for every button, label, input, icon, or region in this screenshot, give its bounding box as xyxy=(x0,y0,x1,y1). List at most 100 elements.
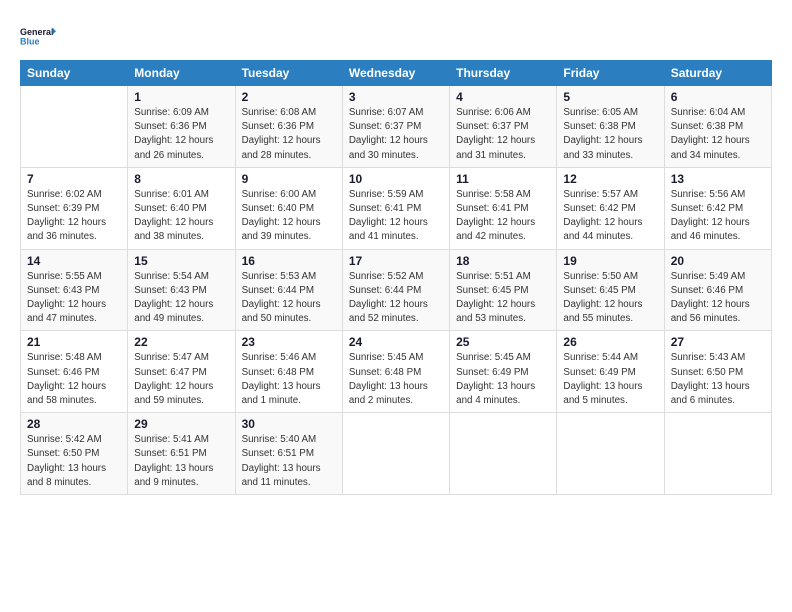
day-cell: 3Sunrise: 6:07 AMSunset: 6:37 PMDaylight… xyxy=(342,86,449,168)
day-number: 2 xyxy=(242,90,336,104)
day-number: 12 xyxy=(563,172,657,186)
day-info: Sunrise: 5:47 AMSunset: 6:47 PMDaylight:… xyxy=(134,351,228,408)
day-cell: 15Sunrise: 5:54 AMSunset: 6:43 PMDayligh… xyxy=(128,249,235,331)
day-number: 25 xyxy=(456,335,550,349)
col-header-saturday: Saturday xyxy=(664,61,771,86)
day-number: 27 xyxy=(671,335,765,349)
svg-text:Blue: Blue xyxy=(20,36,40,46)
col-header-sunday: Sunday xyxy=(21,61,128,86)
week-row-2: 7 Sunrise: 6:02 AMSunset: 6:39 PMDaylight… xyxy=(21,167,772,249)
day-number: 26 xyxy=(563,335,657,349)
day-info: Sunrise: 5:48 AMSunset: 6:46 PMDaylight:… xyxy=(27,351,121,408)
day-info: Sunrise: 5:40 AMSunset: 6:51 PMDaylight:… xyxy=(242,433,336,490)
day-info: Sunrise: 5:43 AMSunset: 6:50 PMDaylight:… xyxy=(671,351,765,408)
col-header-friday: Friday xyxy=(557,61,664,86)
day-cell xyxy=(21,86,128,168)
day-info: Sunrise: 5:50 AMSunset: 6:45 PMDaylight:… xyxy=(563,270,657,327)
page-container: General Blue SundayMondayTuesdayWednesda… xyxy=(0,0,792,505)
day-cell: 18 Sunrise: 5:51 AMSunset: 6:45 PMDayligh… xyxy=(450,249,557,331)
day-number: 11 xyxy=(456,172,550,186)
day-cell: 26Sunrise: 5:44 AMSunset: 6:49 PMDayligh… xyxy=(557,331,664,413)
week-row-1: 1 Sunrise: 6:09 AMSunset: 6:36 PMDaylight… xyxy=(21,86,772,168)
day-cell: 10 Sunrise: 5:59 AMSunset: 6:41 PMDayligh… xyxy=(342,167,449,249)
day-cell: 21Sunrise: 5:48 AMSunset: 6:46 PMDayligh… xyxy=(21,331,128,413)
day-cell: 7 Sunrise: 6:02 AMSunset: 6:39 PMDaylight… xyxy=(21,167,128,249)
day-info: Sunrise: 5:42 AMSunset: 6:50 PMDaylight:… xyxy=(27,433,121,490)
day-cell: 27 Sunrise: 5:43 AMSunset: 6:50 PMDayligh… xyxy=(664,331,771,413)
day-number: 22 xyxy=(134,335,228,349)
day-number: 23 xyxy=(242,335,336,349)
day-cell: 14Sunrise: 5:55 AMSunset: 6:43 PMDayligh… xyxy=(21,249,128,331)
day-number: 17 xyxy=(349,254,443,268)
day-number: 9 xyxy=(242,172,336,186)
day-cell: 8 Sunrise: 6:01 AMSunset: 6:40 PMDaylight… xyxy=(128,167,235,249)
logo: General Blue xyxy=(20,18,56,54)
day-info: Sunrise: 5:45 AMSunset: 6:49 PMDaylight:… xyxy=(456,351,550,408)
day-number: 16 xyxy=(242,254,336,268)
day-cell: 9 Sunrise: 6:00 AMSunset: 6:40 PMDaylight… xyxy=(235,167,342,249)
calendar-table: SundayMondayTuesdayWednesdayThursdayFrid… xyxy=(20,60,772,495)
day-info: Sunrise: 5:45 AMSunset: 6:48 PMDaylight:… xyxy=(349,351,443,408)
day-number: 19 xyxy=(563,254,657,268)
day-number: 15 xyxy=(134,254,228,268)
day-number: 13 xyxy=(671,172,765,186)
day-info: Sunrise: 5:58 AMSunset: 6:41 PMDaylight:… xyxy=(456,188,550,245)
day-info: Sunrise: 5:49 AMSunset: 6:46 PMDaylight:… xyxy=(671,270,765,327)
day-number: 20 xyxy=(671,254,765,268)
day-info: Sunrise: 5:52 AMSunset: 6:44 PMDaylight:… xyxy=(349,270,443,327)
day-cell: 5Sunrise: 6:05 AMSunset: 6:38 PMDaylight… xyxy=(557,86,664,168)
day-cell: 1 Sunrise: 6:09 AMSunset: 6:36 PMDaylight… xyxy=(128,86,235,168)
day-cell: 19 Sunrise: 5:50 AMSunset: 6:45 PMDayligh… xyxy=(557,249,664,331)
svg-text:General: General xyxy=(20,27,54,37)
day-cell: 16 Sunrise: 5:53 AMSunset: 6:44 PMDayligh… xyxy=(235,249,342,331)
week-row-4: 21Sunrise: 5:48 AMSunset: 6:46 PMDayligh… xyxy=(21,331,772,413)
day-info: Sunrise: 5:51 AMSunset: 6:45 PMDaylight:… xyxy=(456,270,550,327)
day-cell: 11 Sunrise: 5:58 AMSunset: 6:41 PMDayligh… xyxy=(450,167,557,249)
day-number: 28 xyxy=(27,417,121,431)
day-info: Sunrise: 6:02 AMSunset: 6:39 PMDaylight:… xyxy=(27,188,121,245)
day-cell: 20 Sunrise: 5:49 AMSunset: 6:46 PMDayligh… xyxy=(664,249,771,331)
day-cell: 30 Sunrise: 5:40 AMSunset: 6:51 PMDayligh… xyxy=(235,413,342,495)
col-header-monday: Monday xyxy=(128,61,235,86)
day-info: Sunrise: 5:53 AMSunset: 6:44 PMDaylight:… xyxy=(242,270,336,327)
day-cell: 12Sunrise: 5:57 AMSunset: 6:42 PMDayligh… xyxy=(557,167,664,249)
day-info: Sunrise: 5:56 AMSunset: 6:42 PMDaylight:… xyxy=(671,188,765,245)
day-cell xyxy=(342,413,449,495)
day-cell xyxy=(664,413,771,495)
day-info: Sunrise: 6:04 AMSunset: 6:38 PMDaylight:… xyxy=(671,106,765,163)
day-number: 4 xyxy=(456,90,550,104)
day-info: Sunrise: 6:01 AMSunset: 6:40 PMDaylight:… xyxy=(134,188,228,245)
day-number: 18 xyxy=(456,254,550,268)
day-info: Sunrise: 5:41 AMSunset: 6:51 PMDaylight:… xyxy=(134,433,228,490)
day-number: 30 xyxy=(242,417,336,431)
day-number: 29 xyxy=(134,417,228,431)
day-info: Sunrise: 6:09 AMSunset: 6:36 PMDaylight:… xyxy=(134,106,228,163)
day-number: 24 xyxy=(349,335,443,349)
header-row: SundayMondayTuesdayWednesdayThursdayFrid… xyxy=(21,61,772,86)
day-cell: 29 Sunrise: 5:41 AMSunset: 6:51 PMDayligh… xyxy=(128,413,235,495)
day-number: 7 xyxy=(27,172,121,186)
day-cell xyxy=(557,413,664,495)
day-cell xyxy=(450,413,557,495)
header: General Blue xyxy=(20,18,772,54)
day-number: 3 xyxy=(349,90,443,104)
day-cell: 13 Sunrise: 5:56 AMSunset: 6:42 PMDayligh… xyxy=(664,167,771,249)
day-info: Sunrise: 6:00 AMSunset: 6:40 PMDaylight:… xyxy=(242,188,336,245)
day-cell: 28 Sunrise: 5:42 AMSunset: 6:50 PMDayligh… xyxy=(21,413,128,495)
day-info: Sunrise: 5:59 AMSunset: 6:41 PMDaylight:… xyxy=(349,188,443,245)
day-info: Sunrise: 6:08 AMSunset: 6:36 PMDaylight:… xyxy=(242,106,336,163)
day-info: Sunrise: 6:05 AMSunset: 6:38 PMDaylight:… xyxy=(563,106,657,163)
day-number: 10 xyxy=(349,172,443,186)
day-number: 14 xyxy=(27,254,121,268)
week-row-5: 28 Sunrise: 5:42 AMSunset: 6:50 PMDayligh… xyxy=(21,413,772,495)
day-number: 6 xyxy=(671,90,765,104)
day-cell: 4 Sunrise: 6:06 AMSunset: 6:37 PMDaylight… xyxy=(450,86,557,168)
logo-svg: General Blue xyxy=(20,18,56,54)
day-number: 8 xyxy=(134,172,228,186)
day-cell: 25 Sunrise: 5:45 AMSunset: 6:49 PMDayligh… xyxy=(450,331,557,413)
day-cell: 24 Sunrise: 5:45 AMSunset: 6:48 PMDayligh… xyxy=(342,331,449,413)
day-number: 1 xyxy=(134,90,228,104)
day-info: Sunrise: 5:46 AMSunset: 6:48 PMDaylight:… xyxy=(242,351,336,408)
col-header-thursday: Thursday xyxy=(450,61,557,86)
day-info: Sunrise: 6:06 AMSunset: 6:37 PMDaylight:… xyxy=(456,106,550,163)
